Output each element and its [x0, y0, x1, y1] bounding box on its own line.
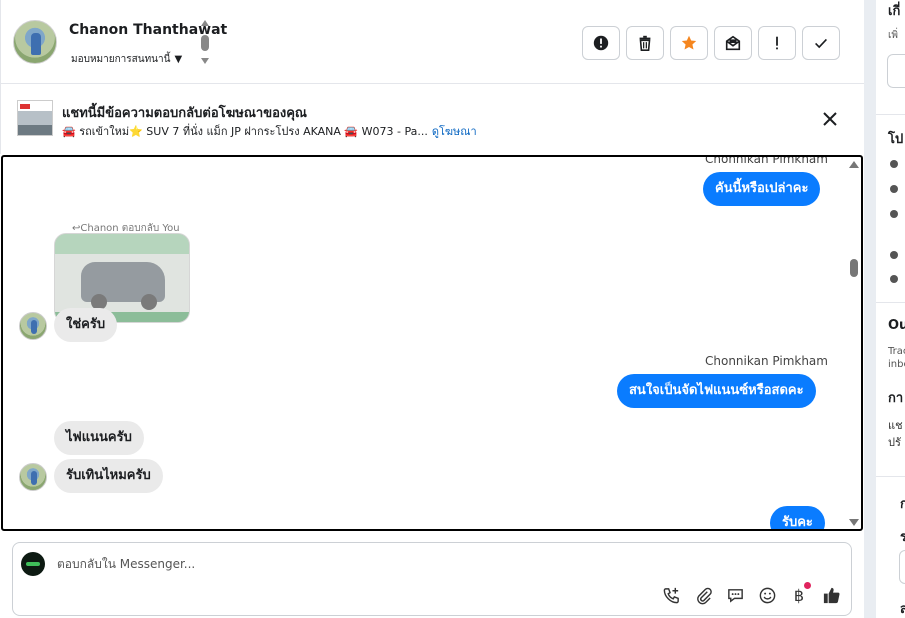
incoming-message[interactable]: รับเทินไหมครับ [54, 459, 163, 493]
envelope-open-icon [725, 35, 741, 51]
delete-button[interactable] [626, 26, 664, 60]
conversation-actions [582, 26, 840, 60]
panel-divider-line [876, 476, 905, 477]
baht-symbol: ฿ [793, 585, 805, 605]
composer-tools: ฿ [661, 582, 841, 605]
contact-details-panel: เกี่ เพิ่ โป Ou Trac inbe กา แช ปรั ก ร … [876, 0, 905, 618]
panel-heading: ร [900, 530, 905, 545]
assign-label: มอบหมายการสนทนานี้ [71, 54, 171, 65]
panel-divider [864, 0, 876, 618]
scroll-thumb[interactable] [850, 259, 858, 277]
header-scrollbar[interactable] [200, 20, 210, 66]
location-icon [890, 251, 898, 259]
alert-octagon-icon [593, 35, 609, 51]
sender-name: Chonnikan Pimkham [705, 155, 828, 166]
briefcase-icon [890, 185, 898, 193]
incoming-message[interactable]: ใช่ครับ [54, 308, 118, 342]
check-icon [815, 38, 827, 49]
follow-up-button[interactable] [758, 26, 796, 60]
scroll-up-icon[interactable] [201, 20, 209, 26]
assign-conversation-dropdown[interactable]: มอบหมายการสนทนานี้ ▼ [71, 52, 182, 67]
panel-heading: ก [900, 497, 905, 512]
exclamation-icon [776, 36, 778, 50]
clock-icon [890, 160, 898, 168]
ad-banner-title: แชทนี้มีข้อความตอบกลับต่อโฆษณาของคุณ [62, 106, 307, 121]
scroll-down-icon[interactable] [849, 519, 859, 526]
outgoing-message[interactable]: รับคะ [770, 506, 825, 529]
panel-heading: โป [888, 132, 904, 147]
caret-down-icon: ▼ [174, 54, 183, 65]
ad-name: 🚘 รถเข้าใหม่⭐ SUV 7 ที่นั่ง แม็ก JP ฝากร… [62, 125, 428, 138]
incoming-message[interactable]: ไฟแนนครับ [54, 421, 144, 455]
mark-spam-button[interactable] [582, 26, 620, 60]
message-thread[interactable]: Chonnikan Pimkham คันนี้หรือเปล่าคะ ↩Cha… [1, 155, 863, 531]
outgoing-message[interactable]: สนใจเป็นจัดไฟแนนซ์หรือสดคะ [617, 374, 816, 408]
view-ad-link[interactable]: ดูโฆษณา [432, 125, 477, 138]
contact-avatar-small[interactable] [19, 312, 47, 340]
mark-done-button[interactable] [802, 26, 840, 60]
notification-dot [804, 582, 811, 589]
message-composer: ฿ [12, 542, 852, 616]
panel-input-box[interactable] [887, 54, 905, 88]
baht-icon[interactable]: ฿ [789, 582, 811, 605]
ad-banner-subtitle: 🚘 รถเข้าใหม่⭐ SUV 7 ที่นั่ง แม็ก JP ฝากร… [62, 122, 477, 140]
panel-subtext: Trac [888, 346, 905, 357]
panel-text: แช [888, 419, 903, 432]
chat-bubble-icon[interactable] [725, 585, 745, 605]
trash-icon [639, 35, 651, 52]
scroll-down-icon[interactable] [201, 58, 209, 64]
panel-heading: กา [888, 391, 904, 406]
conversation-header: Chanon Thanthawat มอบหมายการสนทนานี้ ▼ [0, 0, 864, 84]
panel-heading: Ou [888, 318, 905, 333]
paperclip-icon[interactable] [693, 585, 713, 605]
inbox-conversation-view: Chanon Thanthawat มอบหมายการสนทนานี้ ▼ แ… [0, 0, 905, 618]
panel-text: ปรั [888, 436, 901, 449]
panel-subtext: เพิ่ [888, 30, 899, 41]
contact-avatar[interactable] [13, 20, 57, 64]
location-icon [890, 275, 898, 283]
panel-input-box[interactable] [899, 550, 905, 584]
thumbs-up-icon[interactable] [821, 585, 841, 605]
outgoing-message[interactable]: คันนี้หรือเปล่าคะ [703, 172, 821, 206]
star-button[interactable] [670, 26, 708, 60]
education-icon [890, 210, 898, 218]
ad-reply-banner: แชทนี้มีข้อความตอบกลับต่อโฆษณาของคุณ 🚘 ร… [0, 84, 864, 154]
panel-heading: ส [900, 602, 905, 617]
panel-subtext: inbe [888, 359, 905, 370]
panel-divider-line [876, 302, 905, 303]
mark-unread-button[interactable] [714, 26, 752, 60]
phone-add-icon[interactable] [661, 585, 681, 605]
smiley-icon[interactable] [757, 585, 777, 605]
star-icon [681, 35, 697, 50]
reply-input[interactable] [57, 557, 757, 571]
scroll-up-icon[interactable] [849, 161, 859, 168]
scroll-thumb[interactable] [201, 35, 209, 51]
panel-divider-line [876, 114, 905, 115]
ad-thumbnail[interactable] [17, 100, 53, 136]
sender-name: Chonnikan Pimkham [705, 354, 828, 368]
contact-avatar-small[interactable] [19, 463, 47, 491]
page-avatar [21, 552, 45, 576]
close-icon[interactable] [821, 110, 839, 128]
thread-scrollbar[interactable] [847, 157, 861, 529]
panel-heading: เกี่ [888, 4, 901, 19]
